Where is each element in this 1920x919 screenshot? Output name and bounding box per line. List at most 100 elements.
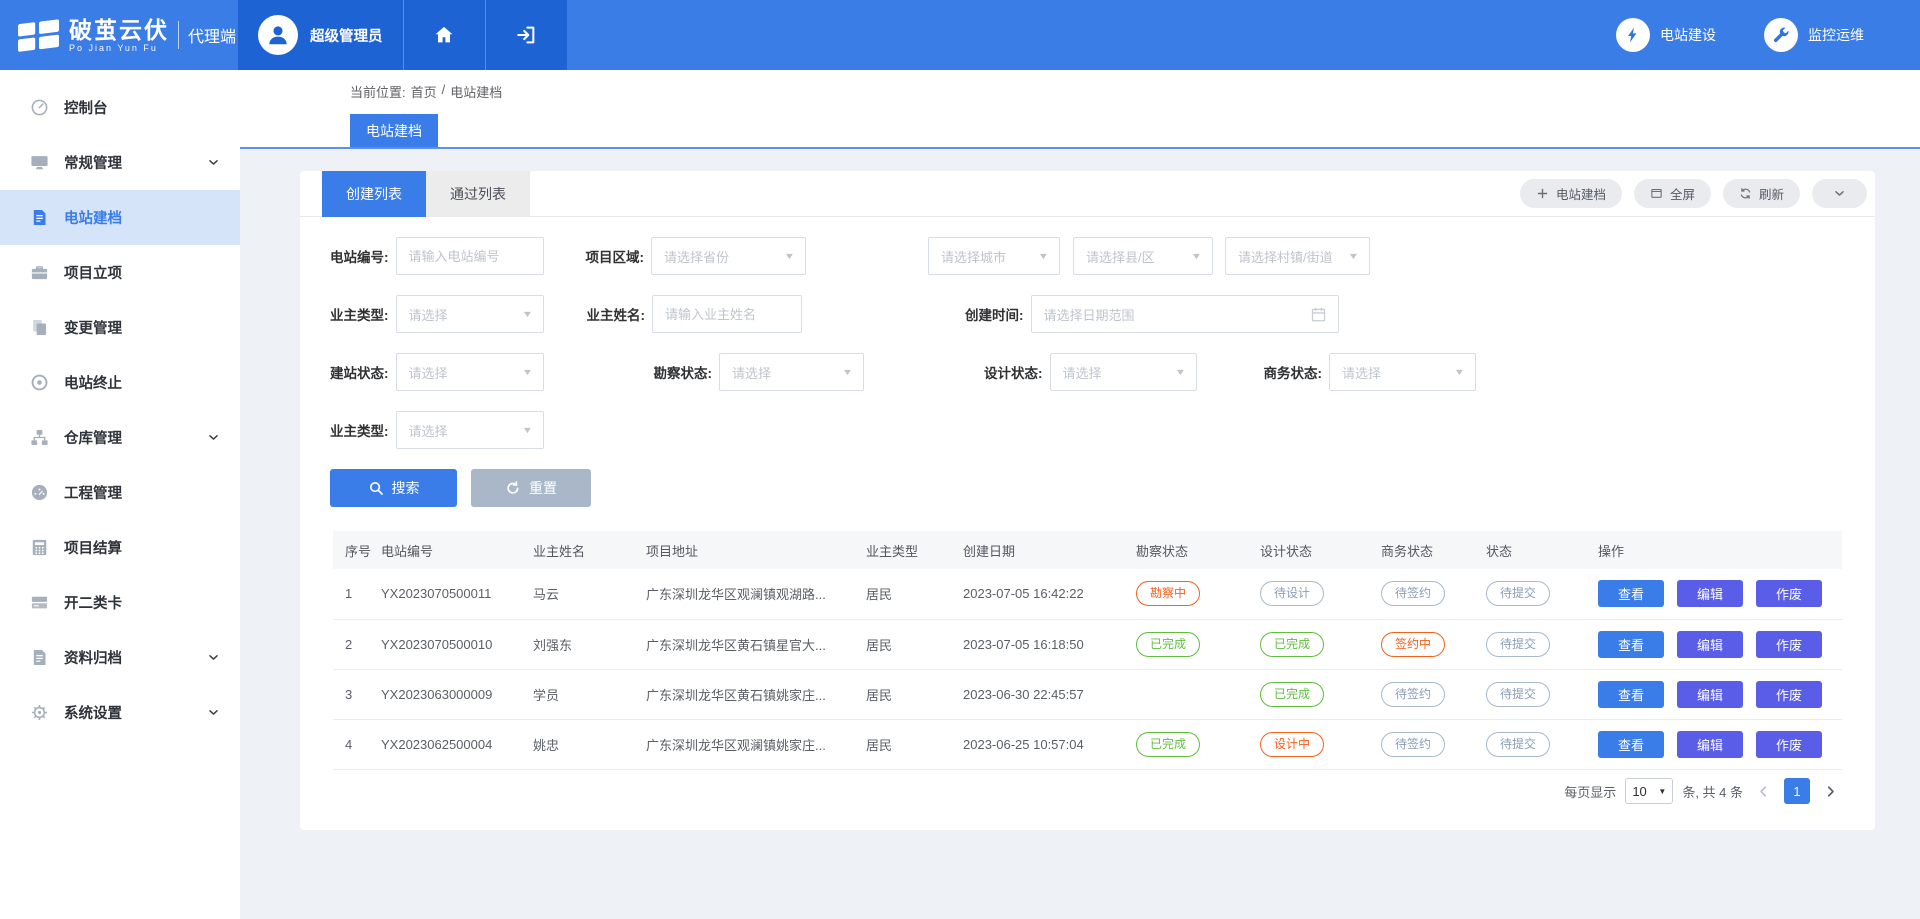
cell-survey-status: 勘察中 <box>1130 569 1254 619</box>
filter-field-county: 请选择县/区▼ <box>1073 237 1213 275</box>
filter-label-create-time: 创建时间: <box>965 304 1024 324</box>
refresh-button[interactable]: 刷新 <box>1723 179 1800 208</box>
filter-input-station-no[interactable] <box>397 238 543 274</box>
sidebar-item-station-termination[interactable]: 电站终止 <box>0 355 240 410</box>
void-row-button[interactable]: 作废 <box>1756 631 1822 658</box>
tab-created-list[interactable]: 创建列表 <box>322 171 426 217</box>
sidebar-item-label: 控制台 <box>64 97 108 118</box>
table-col-header-7: 设计状态 <box>1254 531 1375 569</box>
next-page-button[interactable] <box>1823 784 1838 799</box>
filter-row-2: 业主类型:请选择▼ 业主姓名: 创建时间: 请选择日期范围 <box>330 295 1875 333</box>
sidebar-item-data-archive[interactable]: 资料归档 <box>0 630 240 685</box>
user-name: 超级管理员 <box>310 25 383 46</box>
logo-subtitle: Po Jian Yun Fu <box>69 43 169 53</box>
sidebar-item-project-initiation[interactable]: 项目立项 <box>0 245 240 300</box>
sidebar-item-general-manage[interactable]: 常规管理 <box>0 135 240 190</box>
cell-index: 3 <box>333 669 375 719</box>
filter-select-owner-type-1[interactable]: 请选择▼ <box>396 295 544 333</box>
void-row-button[interactable]: 作废 <box>1756 681 1822 708</box>
filter-select-owner-type-2[interactable]: 请选择▼ <box>396 411 544 449</box>
sidebar-item-station-archive[interactable]: 电站建档 <box>0 190 240 245</box>
logout-button[interactable] <box>485 0 567 70</box>
filter-date-create-time[interactable]: 请选择日期范围 <box>1031 295 1339 333</box>
cell-status-status: 待提交 <box>1480 619 1592 669</box>
sidebar-item-engineering-manage[interactable]: 工程管理 <box>0 465 240 520</box>
sidebar-item-change-manage[interactable]: 变更管理 <box>0 300 240 355</box>
cell-address: 广东深圳龙华区黄石镇星官大... <box>640 619 860 669</box>
table-col-header-2: 业主姓名 <box>527 531 640 569</box>
status-badge-status: 待提交 <box>1486 732 1550 757</box>
status-badge-design: 已完成 <box>1260 632 1324 657</box>
prev-page-button[interactable] <box>1756 784 1771 799</box>
view-row-button[interactable]: 查看 <box>1598 580 1664 607</box>
filter-label-province: 项目区域: <box>586 246 645 266</box>
sidebar: 控制台常规管理电站建档项目立项变更管理电站终止仓库管理工程管理项目结算开二类卡资… <box>0 70 240 919</box>
sitemap-icon <box>30 428 49 447</box>
user-block[interactable]: 超级管理员 <box>238 0 403 70</box>
filter-select-county[interactable]: 请选择县/区▼ <box>1073 237 1213 275</box>
sidebar-item-project-settlement[interactable]: 项目结算 <box>0 520 240 575</box>
sidebar-item-label: 项目结算 <box>64 537 122 558</box>
filter-select-survey-status[interactable]: 请选择▼ <box>719 353 864 391</box>
refresh-button-label: 刷新 <box>1759 184 1784 203</box>
filter-field-owner-name: 业主姓名: <box>587 295 803 333</box>
home-icon <box>433 24 455 46</box>
cell-actions: 查看编辑作废 <box>1592 719 1842 769</box>
search-button[interactable]: 搜索 <box>330 469 457 507</box>
page-number[interactable]: 1 <box>1784 778 1810 804</box>
void-row-button[interactable]: 作废 <box>1756 580 1822 607</box>
filter-select-survey-status-placeholder: 请选择 <box>732 363 771 382</box>
row-actions: 查看编辑作废 <box>1598 580 1836 607</box>
search-icon <box>368 480 384 496</box>
sidebar-item-system-settings[interactable]: 系统设置 <box>0 685 240 740</box>
edit-row-button[interactable]: 编辑 <box>1677 580 1743 607</box>
view-row-button[interactable]: 查看 <box>1598 731 1664 758</box>
tab-passed-list[interactable]: 通过列表 <box>426 171 530 217</box>
reset-button[interactable]: 重置 <box>471 469 591 507</box>
filter-select-province[interactable]: 请选择省份▼ <box>651 237 806 275</box>
sidebar-item-label: 工程管理 <box>64 482 122 503</box>
quick-link-monitor-ops[interactable]: 监控运维 <box>1764 18 1864 52</box>
status-badge-design: 设计中 <box>1260 732 1324 757</box>
filter-select-build-status[interactable]: 请选择▼ <box>396 353 544 391</box>
sidebar-item-warehouse-manage[interactable]: 仓库管理 <box>0 410 240 465</box>
dropdown-arrow-icon: ▼ <box>521 425 533 435</box>
home-button[interactable] <box>403 0 485 70</box>
logo-area[interactable]: 破茧云伏 Po Jian Yun Fu 代理端 <box>0 0 238 70</box>
add-station-button[interactable]: 电站建档 <box>1520 179 1622 208</box>
cell-index: 1 <box>333 569 375 619</box>
quick-link-station-build[interactable]: 电站建设 <box>1616 18 1716 52</box>
breadcrumb-home[interactable]: 首页 <box>411 82 437 101</box>
page-size-select[interactable]: 10 ▼ <box>1625 778 1673 804</box>
view-row-button[interactable]: 查看 <box>1598 631 1664 658</box>
status-badge-design: 已完成 <box>1260 682 1324 707</box>
void-row-button[interactable]: 作废 <box>1756 731 1822 758</box>
quick-link-label: 电站建设 <box>1660 25 1716 45</box>
page-tab[interactable]: 电站建档 <box>350 114 438 147</box>
filter-input-owner-name[interactable] <box>653 296 801 332</box>
sidebar-item-second-card[interactable]: 开二类卡 <box>0 575 240 630</box>
sidebar-item-console[interactable]: 控制台 <box>0 80 240 135</box>
breadcrumb-prefix: 当前位置: <box>350 82 406 101</box>
filter-select-city[interactable]: 请选择城市▼ <box>928 237 1060 275</box>
table-col-header-9: 状态 <box>1480 531 1592 569</box>
edit-row-button[interactable]: 编辑 <box>1677 631 1743 658</box>
filter-select-business-status[interactable]: 请选择▼ <box>1329 353 1476 391</box>
edit-row-button[interactable]: 编辑 <box>1677 681 1743 708</box>
edit-row-button[interactable]: 编辑 <box>1677 731 1743 758</box>
card-icon <box>30 593 49 612</box>
view-row-button[interactable]: 查看 <box>1598 681 1664 708</box>
sidebar-menu: 控制台常规管理电站建档项目立项变更管理电站终止仓库管理工程管理项目结算开二类卡资… <box>0 70 240 740</box>
filter-select-design-status[interactable]: 请选择▼ <box>1050 353 1197 391</box>
top-header: 破茧云伏 Po Jian Yun Fu 代理端 超级管理员 电站建设 监控运维 <box>0 0 1920 70</box>
filter-select-village[interactable]: 请选择村镇/街道▼ <box>1225 237 1370 275</box>
cell-owner_type: 居民 <box>860 669 957 719</box>
filter-field-owner-type-1: 业主类型:请选择▼ <box>330 295 544 333</box>
status-badge-status: 待提交 <box>1486 632 1550 657</box>
page-size-value: 10 <box>1632 784 1646 799</box>
status-badge-design: 待设计 <box>1260 581 1324 606</box>
row-actions: 查看编辑作废 <box>1598 681 1836 708</box>
collapse-button[interactable] <box>1812 179 1867 208</box>
filter-field-owner-type-2: 业主类型:请选择▼ <box>330 411 544 449</box>
fullscreen-button[interactable]: 全屏 <box>1634 179 1711 208</box>
